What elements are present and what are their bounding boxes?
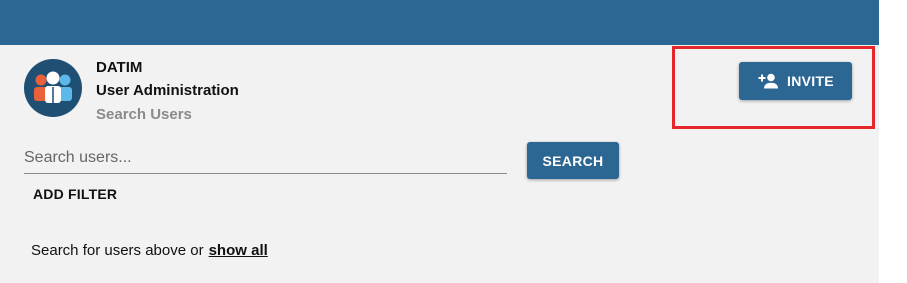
app-name: DATIM [96,59,143,76]
search-button[interactable]: SEARCH [527,142,619,179]
invite-button-label: INVITE [787,73,834,89]
users-group-icon [24,59,82,117]
top-app-bar [0,0,879,45]
search-input[interactable] [24,146,507,174]
show-all-link[interactable]: show all [209,242,268,259]
app-subtitle: User Administration [96,82,239,99]
invite-button[interactable]: INVITE [739,62,852,100]
add-filter-button[interactable]: ADD FILTER [33,186,117,202]
page-title: Search Users [96,106,192,123]
search-hint: Search for users above or show all [31,242,268,259]
person-add-icon [757,73,779,89]
page: DATIM User Administration Search Users I… [0,0,907,283]
search-hint-text: Search for users above or [31,242,204,259]
